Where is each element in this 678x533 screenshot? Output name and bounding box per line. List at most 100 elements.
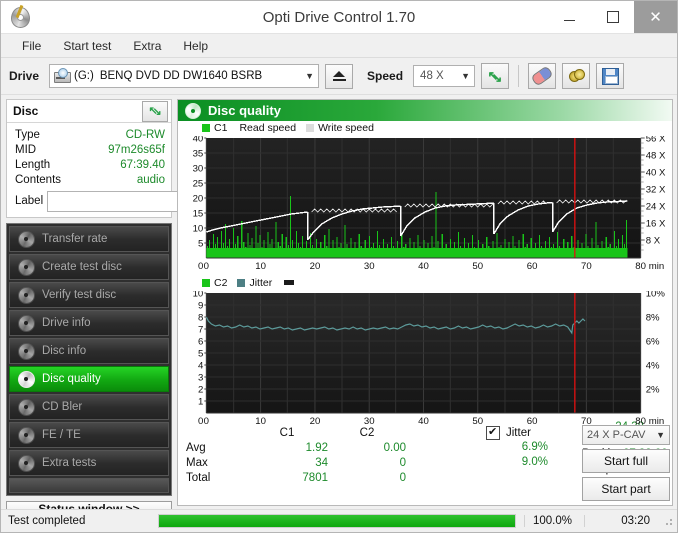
svg-text:25: 25	[193, 179, 204, 190]
sidebar-item-create-test-disc[interactable]: Create test disc	[9, 254, 169, 280]
svg-text:48 X: 48 X	[646, 151, 666, 162]
save-button[interactable]	[596, 63, 625, 89]
sidebar-item-transfer-rate[interactable]: Transfer rate	[9, 226, 169, 252]
svg-text:2: 2	[198, 384, 203, 395]
elapsed-time: 03:20	[584, 515, 662, 527]
disc-contents-label: Contents	[15, 173, 62, 186]
status-message: Test completed	[8, 515, 86, 527]
stats-total-c1: 7801	[302, 471, 328, 484]
stats-row-avg: Avg 1.92 0.00	[186, 440, 486, 455]
disc-contents-value: audio	[136, 173, 165, 186]
stats-max-c1: 34	[315, 456, 328, 469]
svg-text:60: 60	[527, 261, 538, 272]
sidebar-item-disc-info[interactable]: Disc info	[9, 338, 169, 364]
disc-mid-value: 97m26s65f	[108, 143, 165, 156]
disc-length-value: 67:39.40	[120, 158, 165, 171]
disc-icon	[18, 370, 35, 388]
menu-help[interactable]: Help	[172, 36, 219, 56]
stats-label-max: Max	[186, 456, 208, 469]
sidebar-item-fe-te[interactable]: FE / TE	[9, 422, 169, 448]
maximize-button[interactable]	[591, 1, 634, 33]
sidebar-item-extra-tests[interactable]: Extra tests	[9, 450, 169, 476]
progress-percent: 100.0%	[524, 515, 584, 527]
disc-icon	[18, 314, 35, 332]
sidebar-item-cd-bler[interactable]: CD Bler	[9, 394, 169, 420]
drive-icon	[54, 68, 72, 83]
chart2-plot-area: 10 9 8 7 6 5 4 3 2 1 0 10% 8% 6% 4% 2% 0…	[180, 291, 670, 427]
stats-label-total: Total	[186, 471, 211, 484]
title-bar: Opti Drive Control 1.70 ✕	[1, 1, 677, 34]
jitter-checkbox[interactable]	[486, 425, 500, 440]
stats-row-total: Total 7801 0	[186, 470, 486, 485]
svg-text:10: 10	[193, 224, 204, 235]
refresh-button[interactable]: ↖ ↘	[481, 63, 510, 89]
sidebar-item-drive-info[interactable]: Drive info	[9, 310, 169, 336]
start-full-button[interactable]: Start full	[582, 449, 670, 473]
minimize-button[interactable]	[548, 1, 591, 33]
disc-row-type: Type CD-RW	[15, 127, 165, 142]
disc-type-label: Type	[15, 128, 40, 141]
jitter-avg-value: 6.9%	[521, 441, 548, 453]
menu-file[interactable]: File	[11, 36, 52, 56]
sidebar-label: Create test disc	[42, 261, 122, 273]
disc-icon	[18, 398, 35, 416]
svg-text:0: 0	[204, 261, 209, 272]
eject-button[interactable]	[325, 63, 354, 89]
stats-col-c2: C2	[359, 426, 375, 439]
svg-text:32 X: 32 X	[646, 185, 666, 196]
start-part-button[interactable]: Start part	[582, 477, 670, 501]
legend-label-read-speed: Read speed	[239, 122, 297, 134]
c2-jitter-chart: C2 Jitter 10 9 8 7 6 5 4 3 2 1 0 10% 8% …	[180, 276, 670, 427]
disc-info-rows: Type CD-RW MID 97m26s65f Length 67:39.40	[7, 123, 252, 217]
menu-start-test[interactable]: Start test	[52, 36, 122, 56]
svg-text:10: 10	[193, 291, 204, 299]
speed-value: 48 X	[420, 70, 444, 82]
progress-bar	[158, 514, 516, 528]
disc-label-caption: Label	[15, 195, 44, 207]
sidebar-item-disc-quality[interactable]: Disc quality	[9, 366, 169, 392]
sidebar-item-verify-test-disc[interactable]: Verify test disc	[9, 282, 169, 308]
svg-text:56 X: 56 X	[646, 136, 666, 144]
legend-label-c2: C2	[214, 276, 228, 289]
disc-icon	[18, 286, 35, 304]
test-nav-list: Transfer rate Create test disc Verify te…	[6, 223, 172, 496]
resize-grip-icon[interactable]	[662, 515, 674, 527]
sidebar-label: Transfer rate	[42, 233, 108, 245]
svg-text:16 X: 16 X	[646, 219, 666, 230]
chart1-plot-area: 40 35 30 25 20 15 10 5 0 56 X 48 X 40 X …	[180, 136, 670, 275]
svg-text:5: 5	[198, 239, 203, 250]
disc-quality-header: Disc quality	[178, 100, 672, 121]
svg-text:60: 60	[527, 416, 538, 427]
sidebar-label: CD Bler	[42, 401, 83, 413]
disc-quality-box: Disc quality C1 Read speed Write speed 4…	[177, 99, 673, 506]
menu-bar: File Start test Extra Help	[1, 34, 677, 58]
svg-text:8 X: 8 X	[646, 236, 661, 247]
erase-button[interactable]	[528, 63, 557, 89]
application-window: Opti Drive Control 1.70 ✕ File Start tes…	[0, 0, 678, 533]
toolbar-separator	[518, 65, 520, 87]
disc-mid-label: MID	[15, 143, 37, 156]
bonus-button[interactable]	[562, 63, 591, 89]
disc-row-contents: Contents audio	[15, 172, 165, 187]
screenshot-root: Opti Drive Control 1.70 ✕ File Start tes…	[0, 0, 678, 533]
drive-select[interactable]: (G:) BENQ DVD DD DW1640 BSRB ▼	[49, 64, 320, 88]
disc-panel-header: Disc ↖ ↘	[7, 100, 171, 123]
disc-refresh-button[interactable]: ↖ ↘	[142, 100, 168, 122]
sidebar-label: Extra tests	[42, 457, 97, 469]
svg-text:1: 1	[198, 396, 203, 407]
svg-text:20: 20	[310, 261, 321, 272]
minimize-icon	[564, 20, 575, 21]
svg-text:4: 4	[198, 360, 204, 371]
svg-text:30: 30	[193, 164, 204, 175]
speed-label: Speed	[367, 69, 404, 83]
close-button[interactable]: ✕	[634, 1, 677, 33]
legend-swatch-extra	[284, 280, 295, 286]
maximize-icon	[606, 11, 619, 23]
stats-col-c1: C1	[279, 426, 295, 439]
menu-extra[interactable]: Extra	[122, 36, 172, 56]
sidebar-label: Disc quality	[42, 373, 101, 385]
speed-select[interactable]: 48 X ▼	[413, 65, 476, 87]
sidebar-label: Disc info	[42, 345, 87, 357]
disc-length-label: Length	[15, 158, 51, 171]
svg-text:50: 50	[472, 261, 483, 272]
